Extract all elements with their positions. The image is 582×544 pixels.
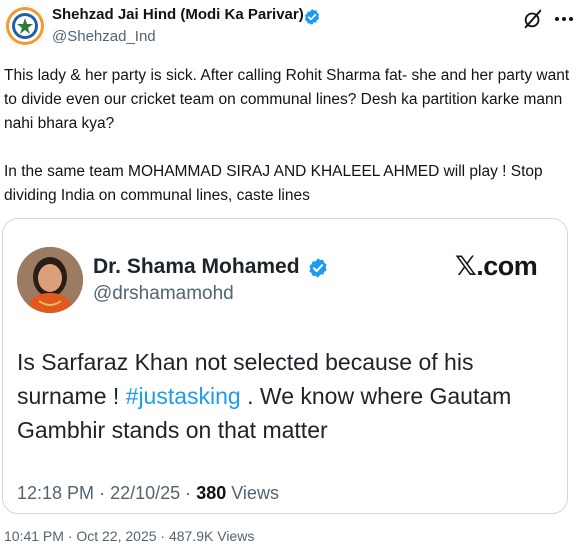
author-avatar[interactable] — [4, 5, 46, 47]
tweet-footer-meta: 10:41 PM · Oct 22, 2025 · 487.9K Views — [4, 528, 255, 544]
author-name[interactable]: Shehzad Jai Hind (Modi Ka Parivar) — [52, 6, 304, 23]
meta-separator: · — [185, 483, 192, 503]
quoted-author-avatar[interactable] — [17, 247, 83, 313]
grok-icon[interactable] — [522, 8, 544, 30]
author-handle[interactable]: @Shehzad_Ind — [52, 28, 156, 45]
quoted-tweet-text: Is Sarfaraz Khan not selected because of… — [17, 345, 557, 447]
quoted-author-handle[interactable]: @drshamamohd — [93, 283, 234, 305]
quoted-date: 22/10/25 — [110, 483, 181, 503]
views-label: Views — [231, 483, 279, 503]
meta-separator: · — [99, 483, 106, 503]
quoted-tweet-card[interactable]: Dr. Shama Mohamed @drshamamohd 𝕏.com Is … — [2, 218, 568, 514]
verified-badge-icon — [303, 8, 321, 26]
tweet-text: This lady & her party is sick. After cal… — [4, 67, 570, 204]
quoted-tweet-meta: 12:18 PM · 22/10/25 · 380 Views — [17, 483, 279, 504]
quoted-time: 12:18 PM — [17, 483, 95, 503]
views-count: 380 — [196, 483, 227, 503]
more-options-icon[interactable] — [552, 8, 576, 30]
verified-badge-icon — [307, 257, 329, 279]
tweet-header: Shehzad Jai Hind (Modi Ka Parivar) @Sheh… — [0, 0, 582, 52]
hashtag-link[interactable]: #justasking — [126, 383, 241, 409]
quoted-author-name[interactable]: Dr. Shama Mohamed — [93, 255, 300, 279]
x-com-logo: 𝕏.com — [455, 251, 538, 281]
